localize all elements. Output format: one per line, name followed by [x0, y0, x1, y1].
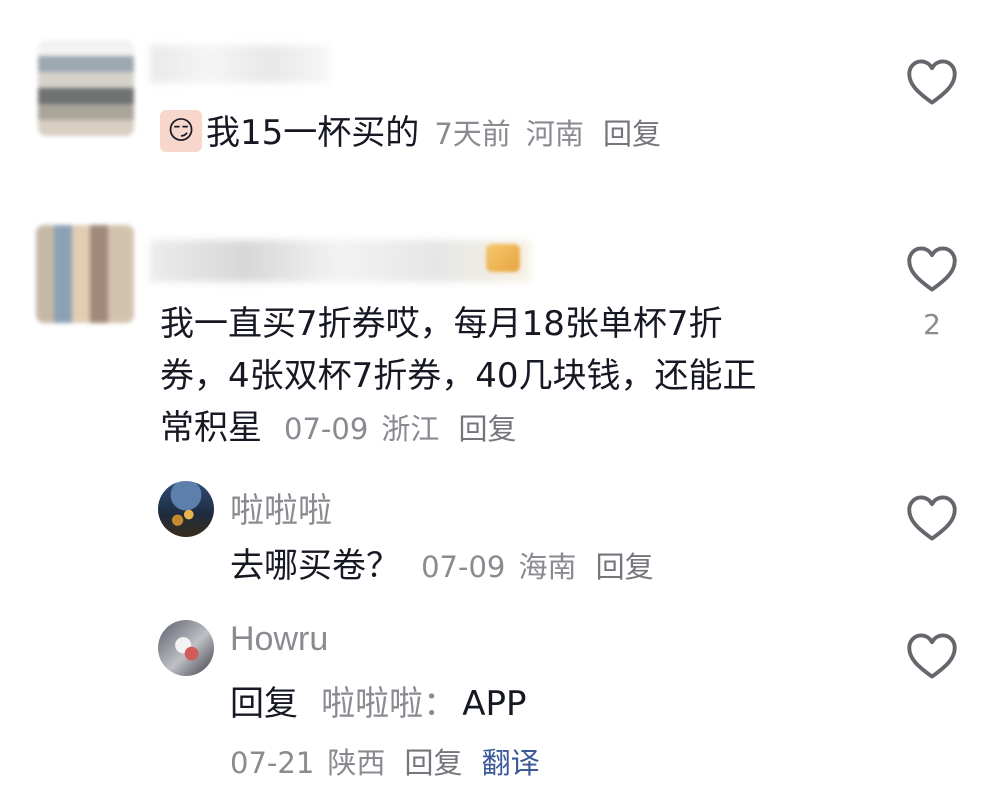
- comment-location: 河南: [525, 117, 584, 151]
- comment-location: 浙江: [381, 412, 440, 446]
- reply-text: 去哪买卷？: [230, 546, 400, 586]
- reply-button[interactable]: 回复: [458, 412, 516, 446]
- like-heart-icon[interactable]: [906, 494, 958, 542]
- like-count: 2: [923, 308, 941, 341]
- face-sticker-icon: 😏: [160, 110, 202, 152]
- reply-meta: 07-21 陕西 回复 翻译: [230, 740, 540, 784]
- translate-button[interactable]: 翻译: [482, 746, 540, 780]
- user-avatar[interactable]: [158, 620, 214, 676]
- username-blurred[interactable]: [150, 240, 530, 282]
- like-heart-icon[interactable]: [906, 245, 958, 293]
- reply-prefix: 回复: [230, 684, 298, 724]
- reply-body: 回复 啦啦啦： APP: [230, 676, 526, 730]
- user-avatar-blurred[interactable]: [38, 40, 134, 136]
- reply-button[interactable]: 回复: [603, 117, 661, 151]
- reply-time: 07-09: [421, 550, 506, 584]
- crown-badge-icon: [486, 244, 520, 272]
- reply-to-username[interactable]: 啦啦啦：: [321, 684, 457, 724]
- user-avatar-blurred[interactable]: [36, 225, 134, 323]
- comment-meta: 07-09 浙江 回复: [284, 406, 517, 450]
- comment-body: 我15一杯买的 7天前 河南 回复: [206, 107, 661, 159]
- reply-time: 07-21: [230, 746, 315, 780]
- comment-time: 07-09: [284, 412, 369, 446]
- reply-location: 陕西: [327, 746, 386, 780]
- reply-button[interactable]: 回复: [404, 746, 462, 780]
- reply-username[interactable]: Howru: [230, 620, 328, 659]
- reply-location: 海南: [518, 550, 577, 584]
- user-avatar[interactable]: [158, 481, 214, 537]
- comment-time: 7天前: [434, 117, 511, 151]
- reply-body: 去哪买卷？ 07-09 海南 回复: [230, 540, 654, 592]
- reply-text: APP: [462, 684, 527, 724]
- like-heart-icon[interactable]: [906, 58, 958, 106]
- reply-username[interactable]: 啦啦啦: [230, 483, 332, 532]
- comment-text: 我15一杯买的: [206, 113, 420, 153]
- reply-button[interactable]: 回复: [596, 550, 654, 584]
- like-heart-icon[interactable]: [906, 632, 958, 680]
- username-blurred[interactable]: [150, 45, 330, 83]
